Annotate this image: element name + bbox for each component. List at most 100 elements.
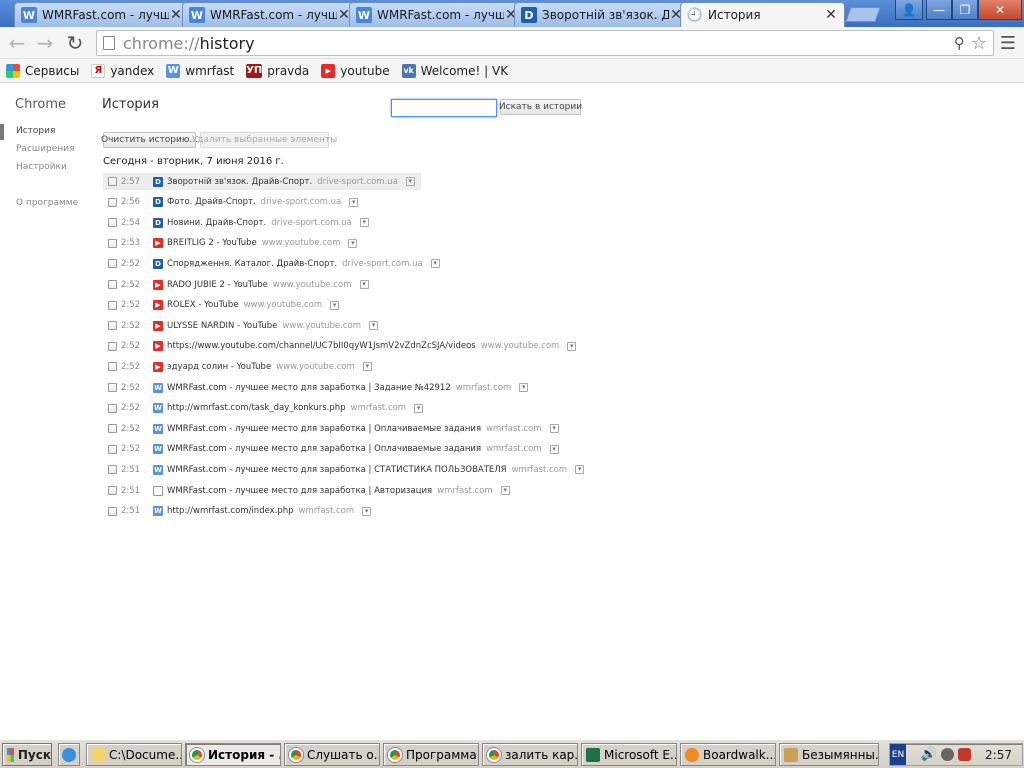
- taskbar-button[interactable]: Boardwalk....: [680, 743, 776, 766]
- entry-menu-icon[interactable]: ▾: [349, 197, 359, 207]
- history-entry[interactable]: 2:52 W WMRFast.com - лучшее место для зара…: [103, 441, 565, 458]
- entry-checkbox[interactable]: [108, 218, 117, 228]
- entry-title-link[interactable]: эдуард солин - YouTube: [167, 362, 271, 372]
- entry-checkbox[interactable]: [108, 486, 117, 495]
- zoom-icon[interactable]: ⚲: [954, 34, 965, 52]
- history-entry[interactable]: 2:51 Whttp://wmrfast.com/index.php wmrfast…: [103, 503, 377, 520]
- restore-button[interactable]: ❐: [952, 0, 978, 20]
- entry-title-link[interactable]: ULYSSE NARDIN - YouTube: [167, 321, 277, 331]
- entry-menu-icon[interactable]: ▾: [362, 362, 372, 372]
- history-entry[interactable]: 2:52 ▶ RADO JUBIE 2 - YouTube www.youtube.c…: [103, 276, 375, 293]
- entry-title-link[interactable]: https://www.youtube.com/channel/UC7bII0q…: [167, 341, 476, 351]
- tab-close-icon[interactable]: ✕: [169, 7, 183, 23]
- history-entry[interactable]: 2:52 W WMRFast.com - лучшее место для зара…: [103, 420, 565, 437]
- antivirus-shield-icon[interactable]: [958, 748, 972, 761]
- bookmark-pravda[interactable]: УП pravda: [246, 63, 309, 78]
- entry-menu-icon[interactable]: ▾: [405, 177, 415, 186]
- entry-title-link[interactable]: WMRFast.com - лучшее место для заработка…: [167, 383, 451, 393]
- entry-menu-icon[interactable]: ▾: [359, 280, 369, 289]
- taskbar-button[interactable]: Microsoft E...: [581, 743, 677, 766]
- bookmark-youtube[interactable]: ▶ youtube: [321, 63, 390, 78]
- history-entry[interactable]: 2:52 Whttp://wmrfast.com/task_day_konkurs…: [103, 400, 429, 417]
- taskbar-button-active[interactable]: История - ...: [185, 743, 281, 766]
- entry-checkbox[interactable]: [108, 321, 117, 331]
- entry-title-link[interactable]: http://wmrfast.com/index.php: [167, 506, 294, 516]
- history-entry[interactable]: 2:52 ▶ ROLEX - YouTube www.youtube.com ▾: [103, 297, 345, 314]
- entry-title-link[interactable]: Спорядження. Каталог. Драйв-Спорт.: [167, 259, 337, 269]
- user-icon[interactable]: 👤: [895, 0, 923, 20]
- entry-checkbox[interactable]: [108, 341, 117, 351]
- entry-title-link[interactable]: WMRFast.com - лучшее место для заработка…: [167, 424, 481, 434]
- reload-icon[interactable]: ↻: [63, 31, 87, 55]
- sidebar-item-extensions[interactable]: Расширения: [16, 144, 74, 154]
- browser-tab[interactable]: W WMRFast.com - лучше… ✕: [182, 2, 358, 27]
- entry-menu-icon[interactable]: ▾: [359, 218, 369, 228]
- sidebar-item-settings[interactable]: Настройки: [16, 162, 67, 172]
- back-arrow-icon[interactable]: ←: [5, 31, 29, 55]
- history-entry[interactable]: 2:54 D Новини. Драйв-Спорт. drive-sport.com…: [103, 214, 375, 231]
- clear-history-button[interactable]: Очистить историю...: [101, 132, 198, 148]
- entry-menu-icon[interactable]: ▾: [362, 506, 372, 516]
- history-entry[interactable]: 2:52 ▶ https://www.youtube.com/channel/UC7…: [103, 338, 582, 355]
- entry-title-link[interactable]: http://wmrfast.com/task_day_konkurs.php: [167, 403, 346, 413]
- language-indicator[interactable]: EN: [890, 744, 906, 765]
- entry-menu-icon[interactable]: ▾: [430, 259, 440, 269]
- bookmark-yandex[interactable]: Я yandex: [91, 63, 154, 78]
- history-entry[interactable]: 2:51 WMRFast.com - лучшее место для зараб…: [103, 482, 516, 499]
- entry-checkbox[interactable]: [108, 238, 117, 248]
- tab-close-icon[interactable]: ✕: [824, 7, 838, 23]
- new-tab-button[interactable]: [845, 7, 881, 22]
- entry-title-link[interactable]: Фото. Драйв-Спорт.: [167, 197, 256, 207]
- entry-menu-icon[interactable]: ▾: [500, 486, 510, 495]
- entry-menu-icon[interactable]: ▾: [575, 465, 585, 475]
- history-entry[interactable]: 2:57 D Зворотній зв'язок. Драйв-Спорт. driv…: [103, 173, 421, 190]
- entry-title-link[interactable]: ROLEX - YouTube: [167, 300, 239, 310]
- quick-launch-ie-icon[interactable]: [58, 743, 80, 766]
- entry-menu-icon[interactable]: ▾: [369, 321, 379, 331]
- search-history-button[interactable]: Искать в истории: [499, 99, 582, 115]
- taskbar-button[interactable]: Программа ...: [383, 743, 479, 766]
- entry-menu-icon[interactable]: ▾: [567, 341, 577, 351]
- taskbar-button[interactable]: C:\Docume...: [86, 743, 182, 766]
- taskbar-button[interactable]: Слушать о...: [284, 743, 380, 766]
- entry-checkbox[interactable]: [108, 280, 117, 289]
- entry-menu-icon[interactable]: ▾: [549, 444, 559, 454]
- entry-checkbox[interactable]: [108, 300, 117, 310]
- entry-checkbox[interactable]: [108, 403, 117, 413]
- entry-checkbox[interactable]: [108, 383, 117, 392]
- history-entry[interactable]: 2:52 D Спорядження. Каталог. Драйв-Спорт. d…: [103, 255, 446, 272]
- entry-menu-icon[interactable]: ▾: [330, 300, 340, 310]
- entry-title-link[interactable]: WMRFast.com - лучшее место для заработка…: [167, 465, 507, 475]
- history-entry[interactable]: 2:51 W WMRFast.com - лучшее место для зара…: [103, 461, 590, 478]
- bookmark-vk[interactable]: vk Welcome! | VK: [401, 63, 508, 78]
- sidebar-item-history[interactable]: История: [16, 126, 55, 136]
- browser-tab[interactable]: W WMRFast.com - лучше… ✕: [14, 2, 190, 27]
- entry-menu-icon[interactable]: ▾: [348, 238, 358, 248]
- address-bar[interactable]: chrome://history ⚲ ☆: [96, 30, 994, 56]
- entry-title-link[interactable]: BREITLIG 2 - YouTube: [167, 238, 257, 248]
- tray-app-icon[interactable]: [941, 748, 955, 761]
- history-entry[interactable]: 2:56 D Фото. Драйв-Спорт. drive-sport.com.u…: [103, 194, 364, 211]
- sidebar-item-about[interactable]: О программе: [16, 198, 78, 208]
- entry-title-link[interactable]: RADO JUBIE 2 - YouTube: [167, 280, 268, 290]
- taskbar-button[interactable]: залить кар...: [482, 743, 578, 766]
- entry-title-link[interactable]: WMRFast.com - лучшее место для заработка…: [167, 444, 481, 454]
- search-history-input[interactable]: [391, 99, 497, 117]
- bookmark-star-icon[interactable]: ☆: [971, 33, 987, 54]
- entry-title-link[interactable]: Зворотній зв'язок. Драйв-Спорт.: [167, 177, 312, 187]
- menu-icon[interactable]: ☰: [996, 31, 1020, 55]
- entry-checkbox[interactable]: [108, 444, 117, 454]
- history-entry[interactable]: 2:53 ▶ BREITLIG 2 - YouTube www.youtube.com…: [103, 235, 363, 252]
- entry-menu-icon[interactable]: ▾: [519, 383, 529, 392]
- bookmark-apps[interactable]: Сервисы: [6, 63, 79, 78]
- entry-checkbox[interactable]: [108, 465, 117, 475]
- entry-checkbox[interactable]: [108, 259, 117, 269]
- close-window-button[interactable]: ✕: [978, 0, 1022, 20]
- bookmark-wmrfast[interactable]: W wmrfast: [166, 63, 234, 78]
- entry-checkbox[interactable]: [108, 197, 117, 207]
- entry-menu-icon[interactable]: ▾: [414, 403, 424, 413]
- taskbar-button[interactable]: Безымянны...: [779, 743, 879, 766]
- browser-tab[interactable]: D Зворотній зв'язок. Др… ✕: [514, 2, 690, 27]
- forward-arrow-icon[interactable]: →: [33, 31, 57, 55]
- entry-menu-icon[interactable]: ▾: [549, 424, 559, 434]
